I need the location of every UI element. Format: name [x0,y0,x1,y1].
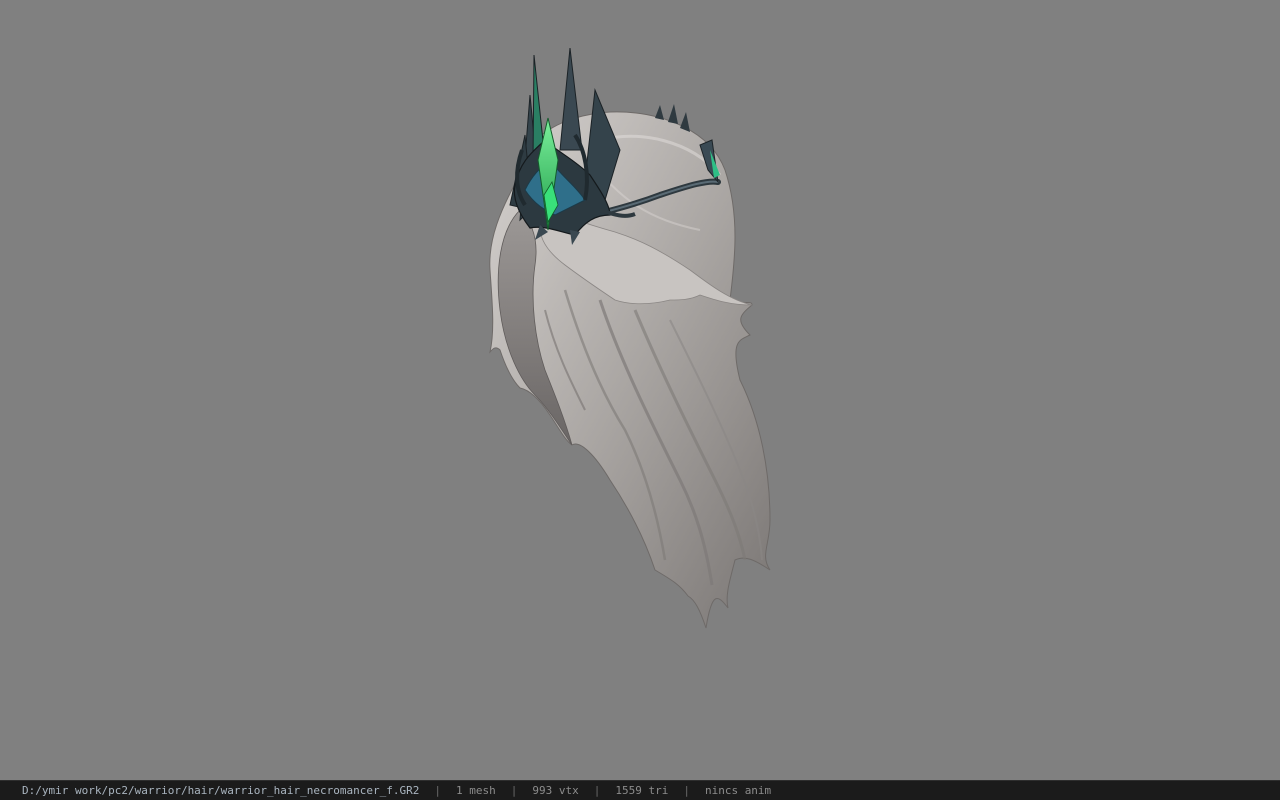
status-separator: | [683,784,690,797]
mesh-count-label: 1 mesh [455,784,496,797]
status-separator: | [510,784,518,797]
triangle-count-label: 1559 tri [615,784,669,797]
status-separator: | [434,784,441,797]
animation-status-label: nincs anim [704,784,772,797]
hair-model-render[interactable] [0,0,1280,780]
model-viewport[interactable] [0,0,1280,780]
status-separator: | [593,784,601,797]
file-path-label: D:/ymir work/pc2/warrior/hair/warrior_ha… [22,784,420,797]
vertex-count-label: 993 vtx [532,784,579,797]
status-bar: D:/ymir work/pc2/warrior/hair/warrior_ha… [0,780,1280,800]
